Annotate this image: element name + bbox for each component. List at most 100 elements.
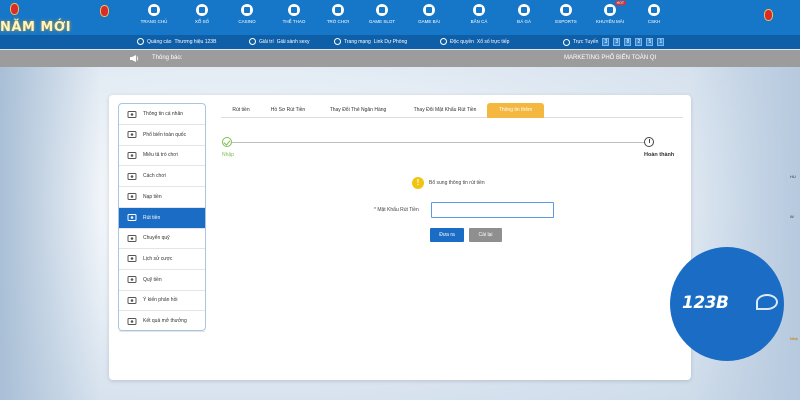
bank-icon	[127, 214, 137, 221]
sidebar-item[interactable]: Kết quả mở thưởng	[119, 311, 205, 332]
top-navigation: NĂM MỚI TRANG CHỦ XỔ SỐ CASINO THỂ THAO TRÒ …	[0, 0, 800, 35]
notice-bar: Thông báo: MARKETING PHỔ BIẾN TOÀN QI	[0, 50, 800, 67]
tab-withdraw[interactable]: Rút tiền	[221, 103, 261, 118]
subbar-prefix: Quảng cáo	[147, 38, 172, 45]
sidebar-item-label: Lịch sử cược	[143, 255, 173, 262]
nav-item[interactable]: ĐÁ GÀ	[500, 4, 548, 24]
info-bar: Quảng cáo Thương hiệu 123B Giải trí Giải…	[0, 35, 800, 49]
nav-item[interactable]: GAME BÀI	[405, 4, 453, 24]
gamepad-icon	[560, 4, 572, 16]
progress-line	[228, 142, 647, 143]
transfer-icon	[127, 234, 137, 242]
subbar-prefix: Giải trí	[259, 38, 274, 45]
subbar-prefix: Trang mạng	[344, 38, 371, 45]
entertainment-icon	[249, 38, 256, 45]
tab-withdraw-history[interactable]: Hồ Sơ Rút Tiền	[261, 103, 315, 118]
exclusive-icon	[440, 38, 447, 45]
sidebar-item[interactable]: Cách chơi	[119, 166, 205, 188]
subbar-item-ads[interactable]: Quảng cáo Thương hiệu 123B	[137, 38, 216, 45]
logo-text: 123B	[682, 293, 729, 313]
sidebar-item[interactable]: Phổ biến toàn quốc	[119, 125, 205, 146]
nav-item-label: TRANG CHỦ	[140, 19, 168, 24]
sidebar-item[interactable]: Thông tin cá nhân	[119, 104, 205, 125]
money-icon	[127, 276, 137, 284]
online-counter: Trực Tuyến 3 3 8 2 5 1	[563, 38, 665, 46]
fish-icon	[473, 4, 485, 16]
nav-item[interactable]: BẮN CÁ	[455, 4, 503, 24]
globe-icon	[334, 38, 341, 45]
sidebar-item[interactable]: Rút tiền	[119, 207, 205, 229]
subbar-prefix: Độc quyền	[450, 38, 474, 45]
chat-icon	[127, 296, 137, 304]
online-digit: 5	[646, 38, 654, 46]
megaphone-icon	[130, 55, 139, 62]
notice-label: Thông báo:	[152, 55, 183, 61]
step-input-label: Nhập	[222, 152, 234, 158]
submit-button[interactable]: Đưa ra	[430, 228, 464, 242]
nav-item[interactable]: XỔ SỐ	[178, 4, 226, 24]
nav-item[interactable]: CSKH	[630, 4, 678, 24]
info-icon	[127, 172, 137, 180]
sidebar-item[interactable]: Lịch sử cược	[119, 249, 205, 270]
nav-item-label: GAME BÀI	[418, 19, 440, 24]
subbar-item-website[interactable]: Trang mạng Link Dự Phòng	[334, 38, 407, 45]
subbar-value: Thương hiệu 123B	[174, 38, 217, 45]
side-peek-top: HU	[790, 174, 796, 179]
gamepad-icon	[127, 151, 137, 159]
piggy-bank-icon	[127, 193, 137, 201]
result-icon	[127, 317, 137, 325]
tab-more-info[interactable]: Thông tin thêm	[487, 103, 544, 118]
lantern-icon	[10, 3, 19, 15]
soccer-icon	[288, 4, 300, 16]
subbar-value: Xổ số trực tiếp	[476, 38, 510, 45]
info-message: Bổ sung thông tin rút tiền	[429, 180, 485, 186]
sidebar-item-label: Ý kiến phản hồi	[143, 297, 178, 304]
chess-icon	[332, 4, 344, 16]
nav-item[interactable]: HOT KHUYẾN MÃI	[586, 1, 634, 24]
lottery-icon	[196, 4, 208, 16]
withdraw-password-input[interactable]	[431, 202, 554, 218]
nav-item[interactable]: CASINO	[223, 4, 271, 24]
clock-icon	[644, 137, 654, 147]
tab-change-withdraw-password[interactable]: Thay Đổi Mật Khẩu Rút Tiền	[403, 103, 487, 118]
support-icon	[648, 4, 660, 16]
diamond-icon	[127, 131, 137, 139]
sidebar-item-label: Chuyển quỹ	[143, 235, 170, 242]
subbar-item-entertainment[interactable]: Giải trí Giải sành sexy	[249, 38, 310, 45]
nav-item-label: KHUYẾN MÃI	[595, 19, 624, 24]
nav-item-label: ESPORTS	[555, 19, 577, 24]
nav-item[interactable]: TRANG CHỦ	[130, 4, 178, 24]
online-digit: 2	[635, 38, 643, 46]
cards-icon	[423, 4, 435, 16]
rooster-icon	[518, 4, 530, 16]
subbar-item-exclusive[interactable]: Độc quyền Xổ số trực tiếp	[440, 38, 509, 45]
password-label: * Mật Khẩu Rút Tiền	[374, 207, 419, 213]
online-icon	[563, 38, 570, 46]
sidebar-item[interactable]: Ý kiến phản hồi	[119, 290, 205, 312]
reset-button[interactable]: Cài lại	[469, 228, 502, 242]
background-left-art	[0, 67, 100, 400]
nav-item[interactable]: TRÒ CHƠI	[314, 4, 362, 24]
history-icon	[127, 255, 137, 263]
home-icon	[148, 4, 160, 16]
sidebar-item[interactable]: Nạp tiền	[119, 187, 205, 208]
slot-icon	[376, 4, 388, 16]
check-circle-icon	[222, 137, 232, 147]
gift-icon	[604, 4, 616, 16]
warning-icon: !	[412, 177, 424, 189]
nav-item-label: TRÒ CHƠI	[326, 19, 350, 24]
nav-item[interactable]: GAME SLOT	[358, 4, 406, 24]
subbar-value: Link Dự Phòng	[373, 38, 408, 45]
nav-item[interactable]: THỂ THAO	[270, 4, 318, 24]
nav-item-label: THỂ THAO	[282, 19, 306, 24]
sidebar-item[interactable]: Miêu tả trò chơi	[119, 145, 205, 167]
sidebar-item-label: Rút tiền	[143, 214, 161, 221]
id-card-icon	[127, 110, 137, 118]
tab-change-bank-card[interactable]: Thay Đổi Thẻ Ngân Hàng	[319, 103, 397, 118]
new-year-banner: NĂM MỚI	[0, 20, 72, 35]
lantern-icon	[100, 5, 109, 17]
nav-item[interactable]: ESPORTS	[542, 4, 590, 24]
sidebar-item[interactable]: Chuyển quỹ	[119, 228, 205, 250]
sidebar-item[interactable]: Quỹ tiền	[119, 270, 205, 291]
sidebar-item-label: Quỹ tiền	[143, 276, 162, 283]
